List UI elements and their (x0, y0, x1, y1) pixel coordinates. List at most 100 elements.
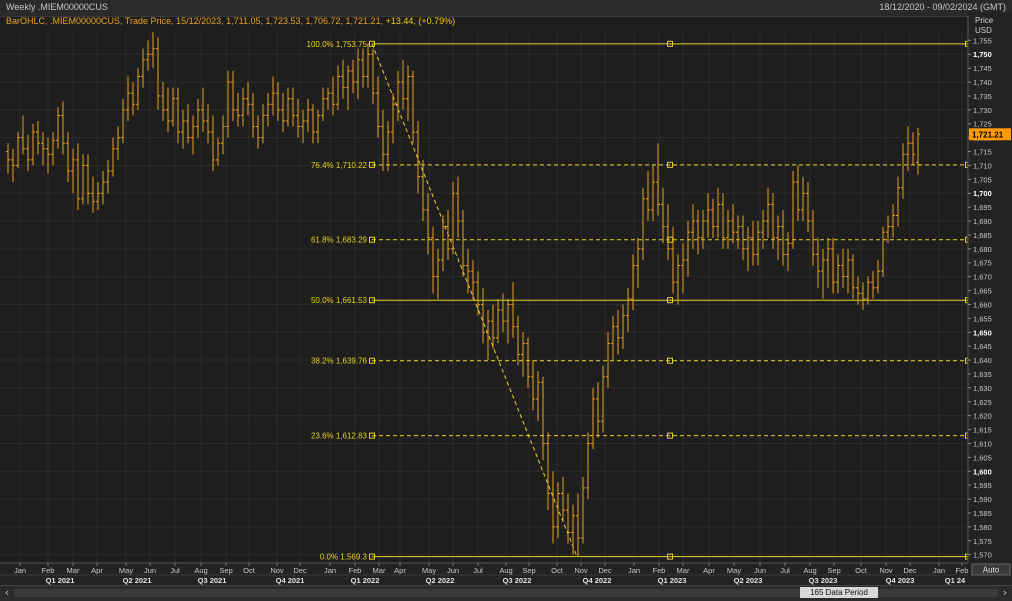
y-tick-label: 1,700 (973, 189, 992, 198)
y-tick-label: 1,585 (973, 509, 992, 518)
x-month-label: Sep (827, 566, 840, 575)
scroll-right-icon[interactable]: › (999, 587, 1011, 599)
x-quarter-label: Q2 2023 (734, 576, 763, 585)
x-month-label: Apr (703, 566, 715, 575)
x-month-label: May (119, 566, 133, 575)
x-month-label: Dec (293, 566, 307, 575)
y-tick-label: 1,740 (973, 78, 992, 87)
y-tick-label: 1,675 (973, 259, 992, 268)
y-tick-label: 1,695 (973, 203, 992, 212)
x-month-label: Aug (194, 566, 207, 575)
y-axis-unit: USD (975, 26, 992, 35)
y-axis-title: Price (975, 16, 994, 25)
x-quarter-label: Q1 2022 (351, 576, 380, 585)
y-tick-label: 1,745 (973, 64, 992, 73)
y-tick-label: 1,680 (973, 245, 992, 254)
y-tick-label: 1,705 (973, 175, 992, 184)
x-month-label: Oct (855, 566, 868, 575)
x-month-label: Jul (780, 566, 790, 575)
y-tick-label: 1,650 (973, 328, 992, 337)
x-month-label: Jan (933, 566, 945, 575)
y-tick-label: 1,755 (973, 36, 992, 45)
y-tick-label: 1,570 (973, 551, 992, 560)
y-tick-label: 1,605 (973, 453, 992, 462)
x-month-label: Aug (803, 566, 816, 575)
x-month-label: Mar (677, 566, 690, 575)
x-month-label: Sep (219, 566, 232, 575)
fib-level-label: 0.0% 1,569.3 (320, 553, 368, 562)
x-month-label: Oct (551, 566, 564, 575)
x-quarter-label: Q2 2021 (123, 576, 152, 585)
fib-level-label: 38.2% 1,639.76 (311, 357, 368, 366)
y-tick-label: 1,715 (973, 148, 992, 157)
x-month-label: Apr (91, 566, 103, 575)
y-tick-label: 1,725 (973, 120, 992, 129)
x-month-label: Nov (574, 566, 588, 575)
y-axis: PriceUSD 1,570 1,575 1,580 1,585 1,590 1,595 1,… (967, 12, 1012, 583)
y-tick-label: 1,595 (973, 481, 992, 490)
y-tick-label: 1,635 (973, 370, 992, 379)
x-month-label: Sep (522, 566, 535, 575)
x-month-label: Jul (473, 566, 483, 575)
x-month-label: Jun (144, 566, 156, 575)
y-tick-label: 1,665 (973, 287, 992, 296)
x-month-label: Mar (67, 566, 80, 575)
x-month-label: Jun (754, 566, 766, 575)
y-tick-label: 1,640 (973, 356, 992, 365)
y-tick-label: 1,610 (973, 439, 992, 448)
x-month-label: May (727, 566, 741, 575)
y-tick-label: 1,575 (973, 537, 992, 546)
x-month-label: Jan (14, 566, 26, 575)
y-tick-label: 1,690 (973, 217, 992, 226)
x-month-label: Nov (879, 566, 893, 575)
x-month-label: Apr (394, 566, 406, 575)
y-tick-label: 1,655 (973, 314, 992, 323)
x-quarter-label: Q1 2021 (46, 576, 75, 585)
scroll-left-icon[interactable]: ‹ (1, 587, 13, 599)
x-month-label: Dec (598, 566, 612, 575)
chart-window: Weekly .MIEM00000CUS 18/12/2020 - 09/02/… (0, 0, 1012, 601)
x-quarter-label: Q4 2021 (276, 576, 305, 585)
fib-level-label: 23.6% 1,612.83 (311, 432, 368, 441)
x-quarter-label: Q2 2022 (426, 576, 455, 585)
x-quarter-label: Q4 2023 (886, 576, 915, 585)
x-quarter-label: Q3 2022 (503, 576, 532, 585)
y-tick-label: 1,615 (973, 426, 992, 435)
y-tick-label: 1,660 (973, 300, 992, 309)
x-quarter-label: Q3 2023 (809, 576, 838, 585)
x-month-label: Jul (170, 566, 180, 575)
x-quarter-label: Q4 2022 (583, 576, 612, 585)
x-quarter-label: Q1 2023 (658, 576, 687, 585)
fib-level-label: 61.8% 1,683.29 (311, 236, 368, 245)
time-scrollbar[interactable]: ‹ 165 Data Period › (0, 585, 1012, 601)
y-tick-label: 1,685 (973, 231, 992, 240)
y-tick-label: 1,620 (973, 412, 992, 421)
x-month-label: Feb (349, 566, 362, 575)
x-month-label: Oct (243, 566, 256, 575)
y-tick-label: 1,590 (973, 495, 992, 504)
x-month-label: Aug (499, 566, 512, 575)
x-month-label: Mar (373, 566, 386, 575)
data-period-label[interactable]: 165 Data Period (800, 587, 878, 598)
y-tick-label: 1,710 (973, 161, 992, 170)
x-quarter-label: Q1 24 (945, 576, 966, 585)
x-month-label: Feb (42, 566, 55, 575)
x-month-label: Jan (324, 566, 336, 575)
x-month-label: May (422, 566, 436, 575)
x-month-label: Dec (903, 566, 917, 575)
x-month-label: Jan (628, 566, 640, 575)
fib-level-label: 100.0% 1,753.75 (307, 40, 368, 49)
y-tick-label: 1,580 (973, 523, 992, 532)
fib-level-label: 76.4% 1,710.22 (311, 161, 368, 170)
y-tick-label: 1,625 (973, 398, 992, 407)
x-month-label: Jun (447, 566, 459, 575)
x-month-label: Nov (270, 566, 284, 575)
y-tick-label: 1,735 (973, 92, 992, 101)
ohlc-chart[interactable]: 100.0% 1,753.75 76.4% 1,710.22 61.8% 1,683… (0, 0, 1012, 585)
fib-level-label: 50.0% 1,661.53 (311, 296, 368, 305)
last-price-label: 1,721.21 (972, 130, 1004, 139)
x-quarter-label: Q3 2021 (198, 576, 227, 585)
y-tick-label: 1,645 (973, 342, 992, 351)
x-axis: Jan Feb Mar Apr May Jun Jul Aug Sep Oct Nov Dec Jan F… (0, 562, 1012, 585)
y-tick-label: 1,630 (973, 384, 992, 393)
